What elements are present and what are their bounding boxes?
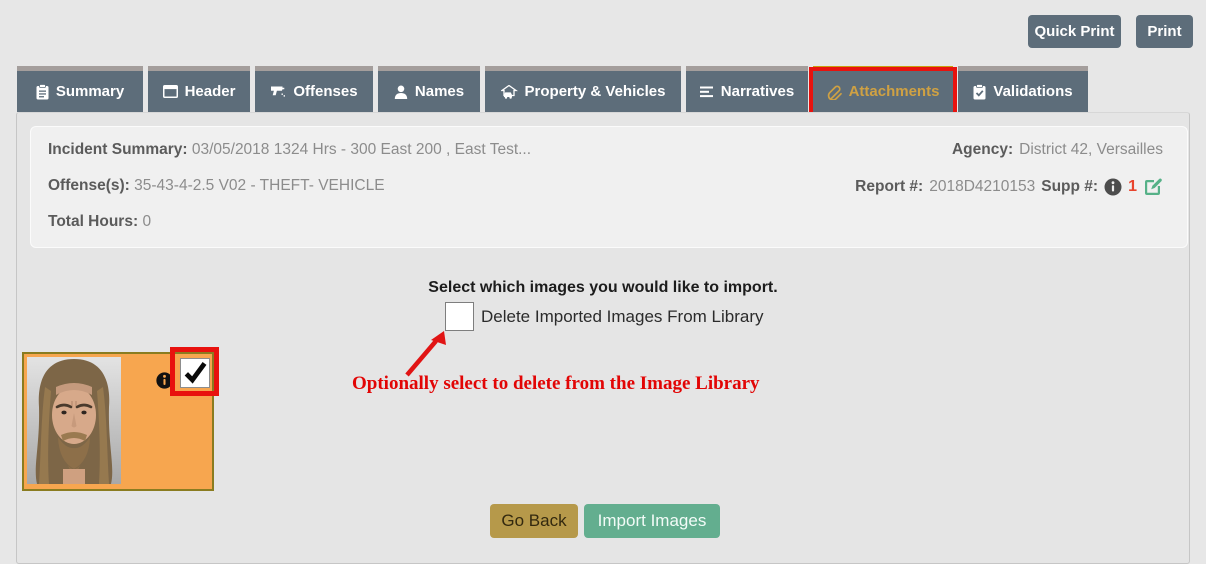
- tab-property-vehicles[interactable]: Property & Vehicles: [485, 66, 681, 112]
- suspect-photo: [27, 357, 121, 484]
- report-tab-bar: Summary Header Offenses Names: [17, 66, 1088, 112]
- optional-delete-annotation: Optionally select to delete from the Ima…: [352, 373, 792, 395]
- tab-header[interactable]: Header: [148, 66, 250, 112]
- tab-label: Names: [415, 83, 464, 100]
- tab-summary[interactable]: Summary: [17, 66, 143, 112]
- tab-label: Property & Vehicles: [525, 83, 666, 100]
- supp-info-icon[interactable]: [1104, 178, 1122, 196]
- incident-summary-value: 03/05/2018 1324 Hrs - 300 East 200 , Eas…: [192, 141, 531, 158]
- tab-label: Summary: [56, 83, 124, 100]
- text-lines-icon: [700, 86, 714, 98]
- clipboard-check-icon: [973, 84, 986, 100]
- import-images-button[interactable]: Import Images: [584, 504, 720, 538]
- total-hours-label: Total Hours:: [48, 213, 138, 230]
- window-icon: [163, 85, 178, 98]
- tab-narratives[interactable]: Narratives: [686, 66, 808, 112]
- tab-names[interactable]: Names: [378, 66, 480, 112]
- house-car-icon: [501, 85, 518, 99]
- tab-label: Header: [185, 83, 236, 100]
- info-circle-icon[interactable]: [156, 372, 173, 389]
- tab-label: Narratives: [721, 83, 794, 100]
- delete-imported-images-label: Delete Imported Images From Library: [481, 307, 764, 327]
- incident-summary-label: Incident Summary:: [48, 141, 188, 158]
- tab-validations[interactable]: Validations: [958, 66, 1088, 112]
- report-number-label: Report #:: [855, 178, 923, 196]
- offenses-label: Offense(s):: [48, 177, 130, 194]
- paperclip-icon: [827, 84, 842, 100]
- tab-attachments[interactable]: Attachments: [813, 66, 953, 112]
- attachments-import-page: Quick Print Print Summary Header: [0, 0, 1206, 564]
- import-instructions-heading: Select which images you would like to im…: [0, 279, 1206, 297]
- tab-label: Offenses: [293, 83, 357, 100]
- tab-label: Attachments: [849, 83, 940, 100]
- go-back-button[interactable]: Go Back: [490, 504, 578, 538]
- clipboard-icon: [36, 84, 49, 100]
- quick-print-button[interactable]: Quick Print: [1028, 15, 1121, 48]
- image-thumbnail-card[interactable]: [22, 352, 214, 491]
- incident-summary-panel: Incident Summary: 03/05/2018 1324 Hrs - …: [30, 126, 1188, 248]
- gun-icon: [270, 85, 286, 98]
- report-number-value: 2018D4210153: [929, 178, 1035, 196]
- tab-offenses[interactable]: Offenses: [255, 66, 373, 112]
- print-button[interactable]: Print: [1136, 15, 1193, 48]
- tab-label: Validations: [993, 83, 1072, 100]
- image-select-checkbox[interactable]: [180, 358, 210, 388]
- total-hours-value: 0: [142, 213, 151, 230]
- agency-label: Agency:: [952, 141, 1013, 159]
- offenses-value: 35-43-4-2.5 V02 - THEFT- VEHICLE: [134, 177, 384, 194]
- edit-pencil-square-icon[interactable]: [1143, 177, 1163, 197]
- supp-count-badge: 1: [1128, 178, 1137, 196]
- delete-imported-images-checkbox[interactable]: [445, 302, 474, 331]
- check-icon: [182, 360, 208, 386]
- user-icon: [394, 85, 408, 99]
- agency-value: District 42, Versailles: [1019, 141, 1163, 159]
- supp-number-label: Supp #:: [1041, 178, 1098, 196]
